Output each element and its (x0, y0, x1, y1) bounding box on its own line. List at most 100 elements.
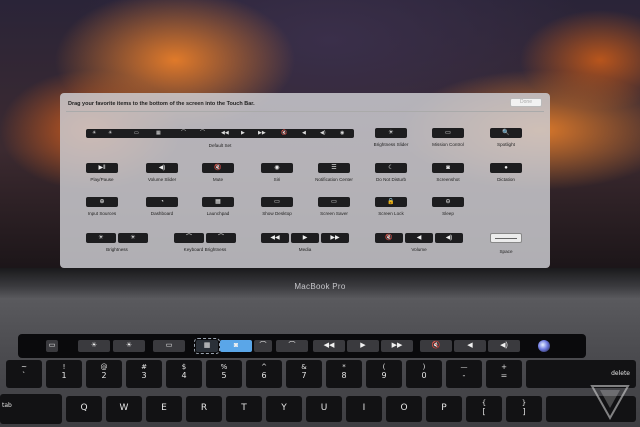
key-tab[interactable]: tab (0, 394, 62, 424)
tb-mission-control-button[interactable]: ▭ (153, 340, 185, 352)
screenshot-item[interactable]: ◙ (432, 163, 464, 173)
verge-logo-icon (590, 385, 630, 420)
key-left-bracket[interactable]: {[ (466, 396, 502, 422)
key-6[interactable]: ^ 6 (246, 360, 282, 388)
volume-down-item[interactable]: ◀ (405, 233, 433, 243)
key-glyph: [ (482, 407, 486, 416)
key-w[interactable]: W (106, 396, 142, 422)
key-4[interactable]: $4 (166, 360, 202, 388)
rewind-item[interactable]: ◀◀ (261, 233, 289, 243)
screen-saver-item[interactable]: ▭ (318, 197, 350, 207)
launchpad-item[interactable]: ▦ (202, 197, 234, 207)
default-set-item[interactable]: ☀ ☀ ▭ ▦ ⌒ ⌒ ◀◀ ▶ ▶▶ 🔇 ◀ ◀) ◉ (86, 129, 354, 138)
gauge-icon: ◔ (160, 199, 164, 205)
mission-control-item[interactable]: ▭ (432, 128, 464, 138)
spotlight-item[interactable]: 🔍 (490, 128, 522, 138)
input-sources-item[interactable]: ⊕ (86, 197, 118, 207)
kbd-light-down-icon: ⌒ (259, 342, 267, 349)
key-y[interactable]: Y (266, 396, 302, 422)
tb-kbd-brightness-down-button[interactable]: ⌒ (254, 340, 272, 352)
siri-item[interactable]: ◉ (261, 163, 293, 173)
key-u[interactable]: U (306, 396, 342, 422)
keyboard-brightness-up-item[interactable]: ⌒ (206, 233, 236, 243)
mute-item[interactable]: 🔇 (202, 163, 234, 173)
tb-kbd-brightness-up-button[interactable]: ⌒ (276, 340, 308, 352)
key-9[interactable]: (9 (366, 360, 402, 388)
key-2[interactable]: @2 (86, 360, 122, 388)
key-3[interactable]: #3 (126, 360, 162, 388)
sun-icon: ☀ (90, 342, 98, 349)
list-icon: ☰ (331, 165, 337, 171)
key-shift-glyph: { (481, 399, 487, 407)
mission-control-icon: ▭ (445, 130, 451, 136)
key-equals[interactable]: + = (486, 360, 522, 388)
keyboard-brightness-down-item[interactable]: ⌒ (174, 233, 204, 243)
mission-control-icon: ▭ (134, 130, 139, 136)
brightness-up-item[interactable]: ☀ (118, 233, 148, 243)
key-5[interactable]: % 5 (206, 360, 242, 388)
key-8[interactable]: * 8 (326, 360, 362, 388)
fast-forward-item[interactable]: ▶▶ (321, 233, 349, 243)
dashboard-item[interactable]: ◔ (146, 197, 178, 207)
camera-icon: ◙ (233, 342, 239, 349)
dictation-item[interactable]: ● (490, 163, 522, 173)
brightness-down-item[interactable]: ☀ (86, 233, 116, 243)
notification-center-item[interactable]: ☰ (318, 163, 350, 173)
key-minus[interactable]: — - (446, 360, 482, 388)
play-item[interactable]: ▶ (291, 233, 319, 243)
play-icon: ▶ (302, 235, 308, 241)
moon-icon: ☾ (388, 165, 394, 171)
key-7[interactable]: & 7 (286, 360, 322, 388)
tb-launchpad-button[interactable]: ▦ (194, 338, 220, 354)
key-shift-glyph: % (220, 363, 228, 371)
key-t[interactable]: T (226, 396, 262, 422)
key-e[interactable]: E (146, 396, 182, 422)
tb-brightness-down-button[interactable]: ☀ (78, 340, 110, 352)
sleep-icon: ⊖ (445, 199, 451, 205)
key-glyph: ] (522, 407, 526, 416)
key-glyph: 9 (381, 371, 387, 380)
kbd-light-down-icon: ⌒ (185, 235, 192, 241)
key-i[interactable]: I (346, 396, 382, 422)
tb-escape-button[interactable]: ▭ (46, 340, 58, 352)
volume-up-item[interactable]: ◀) (435, 233, 463, 243)
key-shift-glyph: ^ (261, 363, 267, 371)
volume-mute-item[interactable]: 🔇 (375, 233, 403, 243)
space-item[interactable] (490, 233, 522, 243)
screen-lock-item[interactable]: 🔒 (375, 197, 407, 207)
key-o[interactable]: O (386, 396, 422, 422)
key-r[interactable]: R (186, 396, 222, 422)
rewind-icon: ◀◀ (270, 235, 280, 241)
sleep-item[interactable]: ⊖ (432, 197, 464, 207)
tb-brightness-up-button[interactable]: ☀ (113, 340, 145, 352)
key-glyph: - (462, 371, 466, 380)
mission-control-label: Mission Control (432, 142, 464, 147)
done-button[interactable]: Done (510, 98, 542, 107)
volume-slider-item[interactable]: ◀) (146, 163, 178, 173)
key-glyph: 1 (61, 371, 67, 380)
tb-rewind-button[interactable]: ◀◀ (313, 340, 345, 352)
fast-forward-icon: ▶▶ (391, 342, 403, 349)
tb-siri-button[interactable]: ◉ (538, 340, 550, 352)
key-0[interactable]: ) 0 (406, 360, 442, 388)
show-desktop-item[interactable]: ▭ (261, 197, 293, 207)
brightness-up-icon: ☀ (108, 130, 113, 136)
sun-large-icon: ☀ (130, 235, 136, 241)
siri-icon: ◉ (340, 130, 345, 136)
brightness-slider-item[interactable]: ☀ (375, 128, 407, 138)
key-q[interactable]: Q (66, 396, 102, 422)
play-pause-item[interactable]: ▶‖ (86, 163, 118, 173)
tb-mute-button[interactable]: 🔇 (420, 340, 452, 352)
tb-screenshot-button[interactable]: ◙ (220, 340, 252, 352)
do-not-disturb-item[interactable]: ☾ (375, 163, 407, 173)
key-right-bracket[interactable]: }] (506, 396, 542, 422)
key-1[interactable]: ! 1 (46, 360, 82, 388)
key-glyph: 8 (341, 371, 347, 380)
key-backtick[interactable]: ~ ` (6, 360, 42, 388)
tb-volume-down-button[interactable]: ◀ (454, 340, 486, 352)
key-p[interactable]: P (426, 396, 462, 422)
tb-fast-forward-button[interactable]: ▶▶ (381, 340, 413, 352)
tb-play-button[interactable]: ▶ (347, 340, 379, 352)
customize-touch-bar-panel: Drag your favorite items to the bottom o… (60, 93, 550, 268)
tb-volume-up-button[interactable]: ◀) (488, 340, 520, 352)
